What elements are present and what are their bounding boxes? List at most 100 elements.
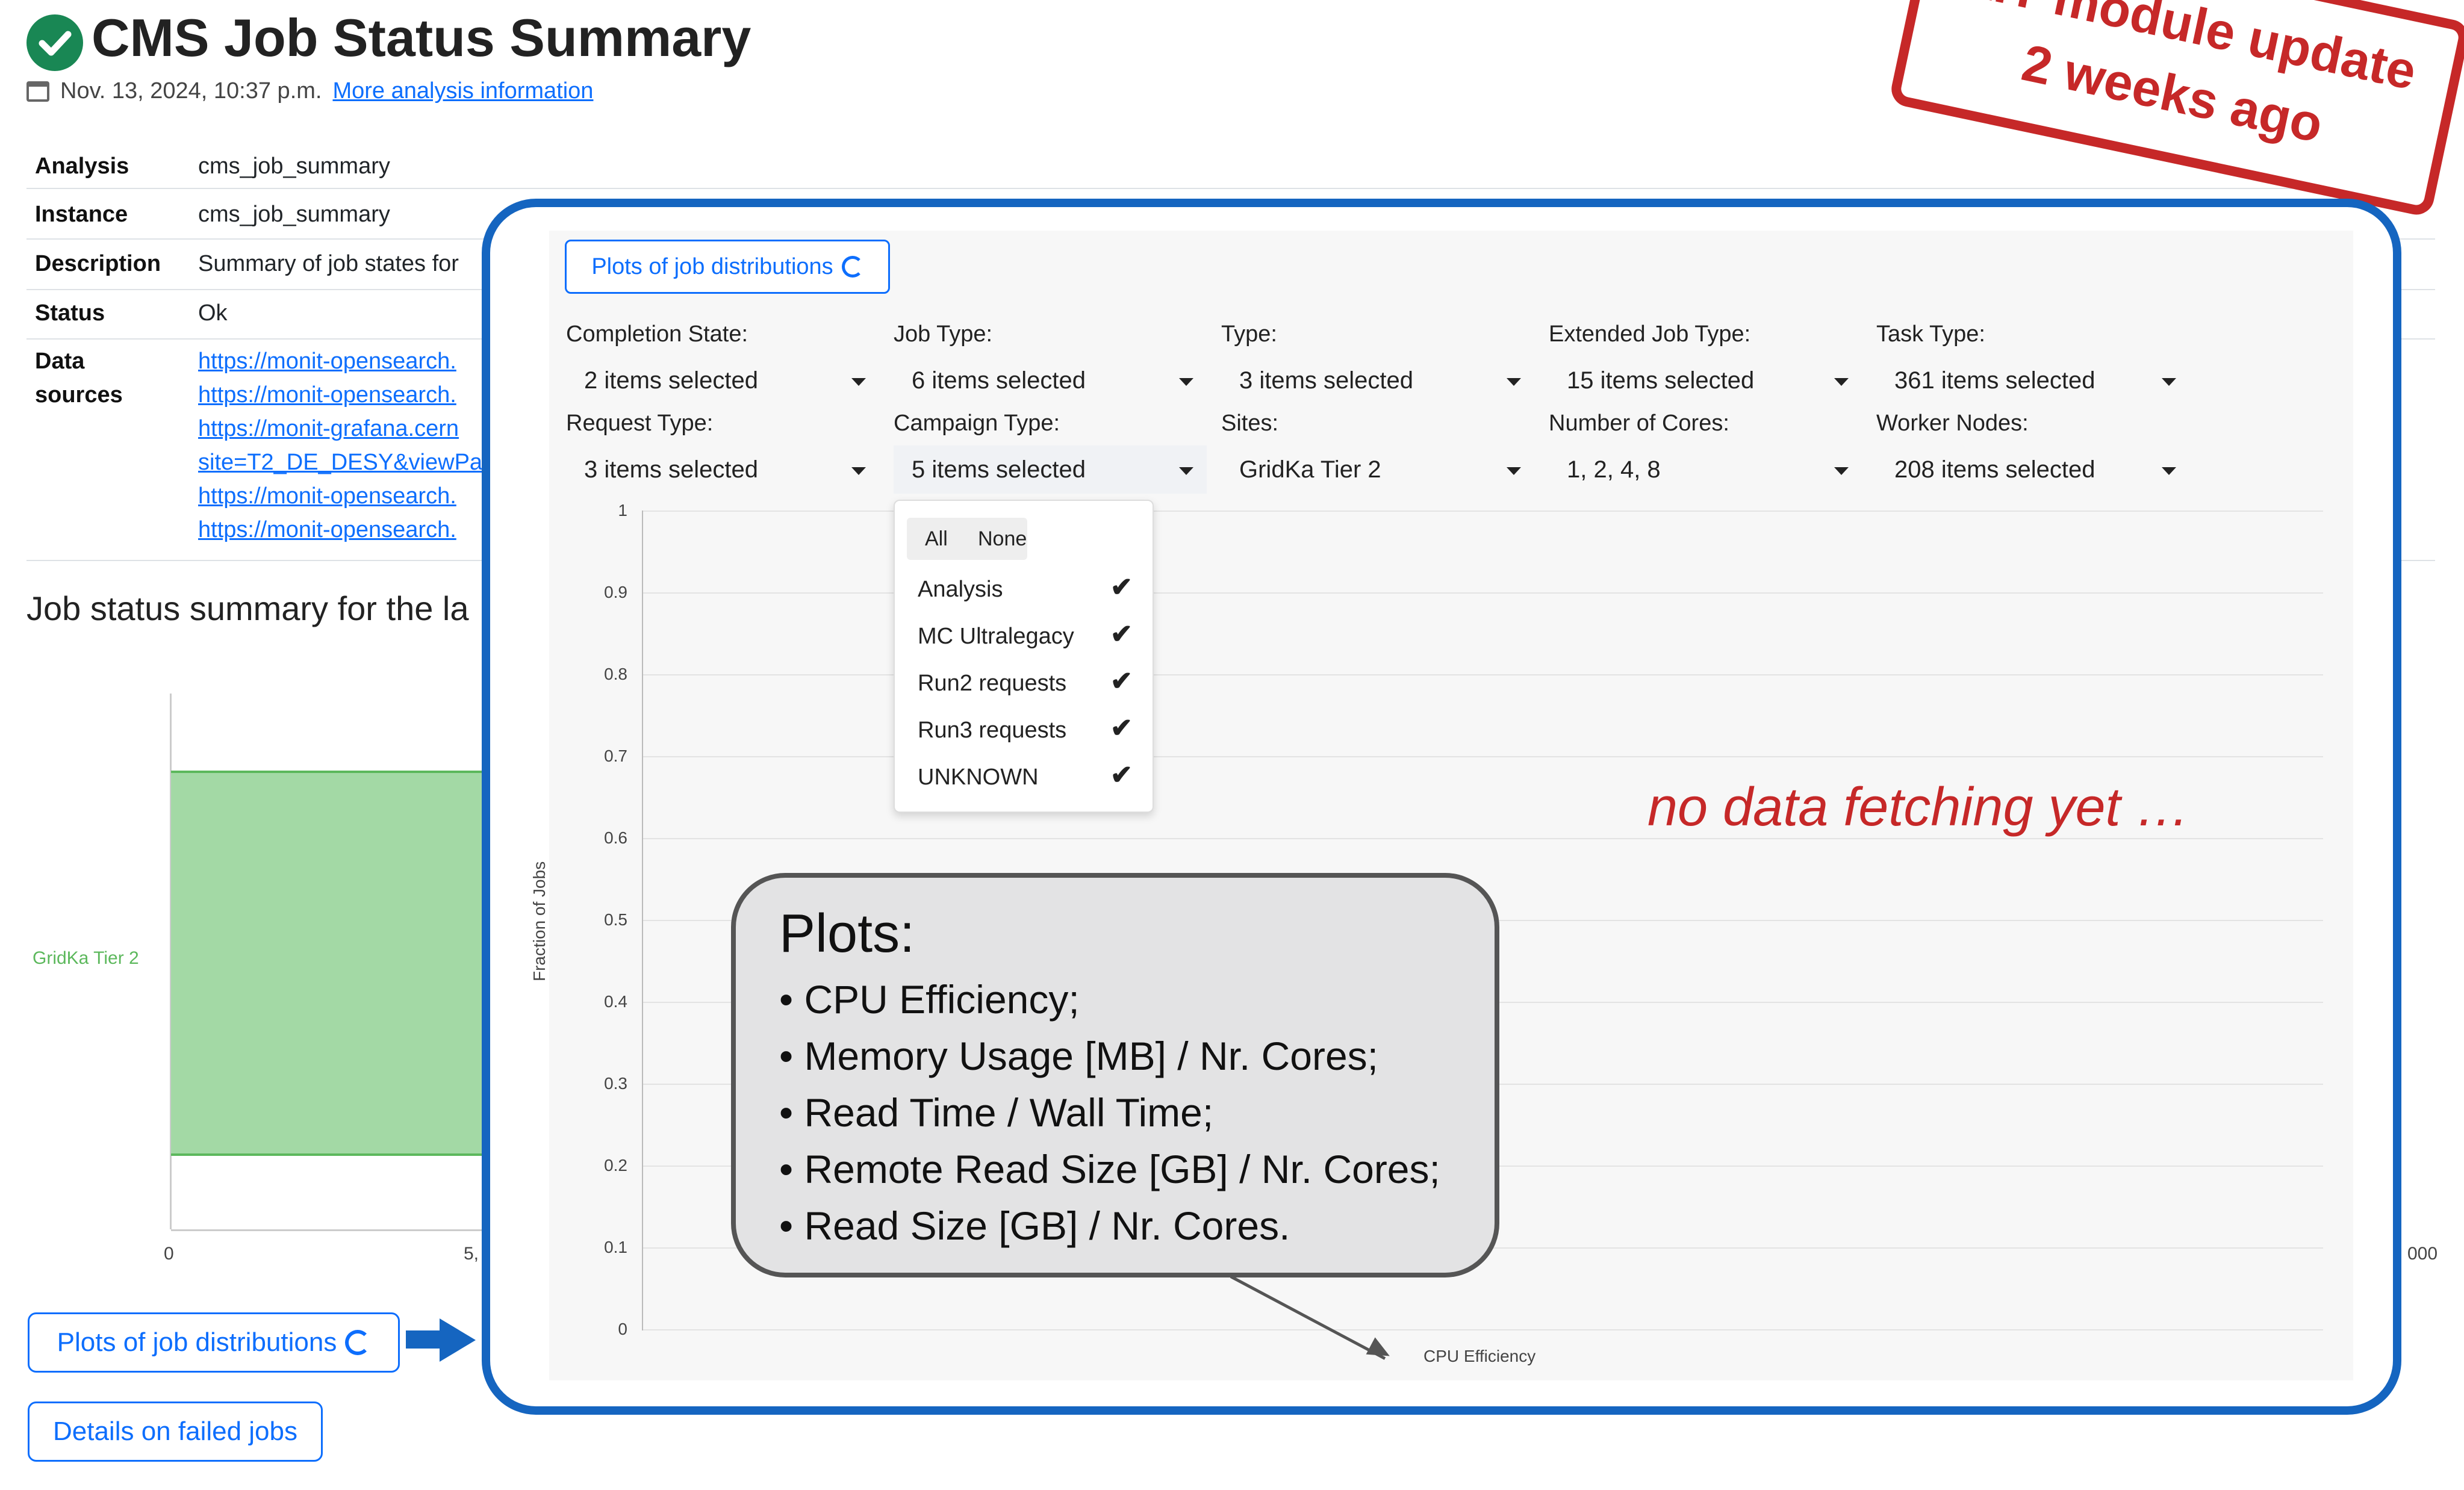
failed-jobs-button[interactable]: Details on failed jobs <box>28 1402 323 1462</box>
y-tick-label: 0.5 <box>604 910 627 929</box>
filter-label-job-type: Job Type: <box>894 321 993 347</box>
y-tick-label: 0.3 <box>604 1074 627 1093</box>
y-tick-label: 0.2 <box>604 1156 627 1175</box>
bg-chart-x-tick: 5, <box>464 1244 479 1264</box>
y-tick-label: 0.4 <box>604 992 627 1011</box>
callout-item: • Memory Usage [MB] / Nr. Cores; <box>779 1034 1379 1078</box>
filter-value: 361 items selected <box>1894 367 2095 394</box>
filter-select-completion-state[interactable]: 2 items selected <box>566 356 879 405</box>
bg-chart-category-label: GridKa Tier 2 <box>33 948 139 968</box>
callout-item: • Read Time / Wall Time; <box>779 1090 1214 1135</box>
filter-label-completion-state: Completion State: <box>566 321 748 347</box>
filter-value: 15 items selected <box>1567 367 1755 394</box>
date-row: Nov. 13, 2024, 10:37 p.m. More analysis … <box>26 78 593 104</box>
caret-down-icon <box>2162 378 2176 386</box>
filter-label-campaign-type: Campaign Type: <box>894 411 1060 436</box>
bg-chart-bar <box>171 771 508 1156</box>
caret-down-icon <box>1507 467 1521 475</box>
filter-value: 3 items selected <box>1239 367 1414 394</box>
caret-down-icon <box>1834 467 1849 475</box>
y-tick-label: 1 <box>618 501 627 520</box>
arrow-head-icon <box>440 1318 476 1362</box>
filter-select-request-type[interactable]: 3 items selected <box>566 445 879 494</box>
dropdown-option-run2-requests[interactable]: Run2 requests <box>918 671 1066 697</box>
y-tick-label: 0.7 <box>604 747 627 765</box>
filter-label-number-of-cores: Number of Cores: <box>1549 411 1729 436</box>
chart-y-label: Fraction of Jobs <box>530 861 549 981</box>
filter-value: 2 items selected <box>584 367 759 394</box>
data-source-link[interactable]: site=T2_DE_DESY&viewPa <box>198 445 482 479</box>
filter-value: 208 items selected <box>1894 456 2095 483</box>
data-source-link[interactable]: https://monit-grafana.cern <box>198 412 459 445</box>
filter-select-campaign-type[interactable]: 5 items selected <box>894 445 1207 494</box>
dropdown-option-analysis[interactable]: Analysis <box>918 577 1003 603</box>
data-source-link[interactable]: https://monit-opensearch. <box>198 344 456 378</box>
status-value: Ok <box>198 300 228 326</box>
check-icon: ✔ <box>1110 760 1133 790</box>
y-tick-label: 0.8 <box>604 665 627 683</box>
arrow-right-icon <box>406 1330 442 1349</box>
bg-chart-x-tick: 000 <box>2407 1244 2438 1264</box>
summary-heading: Job status summary for the la <box>26 589 469 627</box>
select-all-button[interactable]: All <box>925 527 948 551</box>
caret-down-icon <box>1179 378 1193 386</box>
caret-down-icon <box>851 378 866 386</box>
check-icon: ✔ <box>1110 666 1133 696</box>
instance-key: Instance <box>35 202 128 227</box>
data-key-1: Data <box>35 349 85 374</box>
caret-down-icon <box>1834 378 1849 386</box>
filter-select-job-type[interactable]: 6 items selected <box>894 356 1207 405</box>
no-data-annotation: no data fetching yet … <box>1647 777 2190 837</box>
page-title: CMS Job Status Summary <box>92 8 751 67</box>
description-value: Summary of job states for <box>198 251 459 276</box>
loading-spinner-icon <box>841 256 863 278</box>
filter-label-request-type: Request Type: <box>566 411 714 436</box>
filter-label-extended-job-type: Extended Job Type: <box>1549 321 1751 347</box>
status-ok-icon <box>26 14 83 71</box>
filter-label-type: Type: <box>1221 321 1277 347</box>
check-icon: ✔ <box>1110 619 1133 649</box>
popup-plots-button-label: Plots of job distributions <box>591 253 833 279</box>
dropdown-option-mc-ultralegacy[interactable]: MC Ultralegacy <box>918 624 1074 650</box>
caret-down-icon <box>1179 467 1193 475</box>
data-key-2: sources <box>35 382 123 408</box>
filter-value: 1, 2, 4, 8 <box>1567 456 1661 483</box>
check-icon: ✔ <box>1110 713 1133 743</box>
filter-label-sites: Sites: <box>1221 411 1279 436</box>
filter-value: 3 items selected <box>584 456 759 483</box>
dropdown-option-run3-requests[interactable]: Run3 requests <box>918 718 1066 743</box>
caret-down-icon <box>1507 378 1521 386</box>
data-source-link[interactable]: https://monit-opensearch. <box>198 378 456 412</box>
calendar-icon <box>26 81 49 102</box>
popup-plots-button[interactable]: Plots of job distributions <box>565 240 890 294</box>
filter-select-extended-job-type[interactable]: 15 items selected <box>1549 356 1862 405</box>
y-tick-label: 0.6 <box>604 828 627 847</box>
data-source-link[interactable]: https://monit-opensearch. <box>198 513 456 547</box>
filter-label-task-type: Task Type: <box>1876 321 1985 347</box>
callout-item: • Read Size [GB] / Nr. Cores. <box>779 1203 1290 1248</box>
description-key: Description <box>35 251 161 276</box>
loading-spinner-icon <box>345 1330 371 1355</box>
filter-value: 6 items selected <box>912 367 1086 394</box>
select-none-button[interactable]: None <box>978 527 1027 551</box>
filter-value: 5 items selected <box>912 456 1086 483</box>
callout-item: • Remote Read Size [GB] / Nr. Cores; <box>779 1147 1440 1191</box>
bg-chart-x-tick: 0 <box>164 1244 174 1264</box>
more-analysis-link[interactable]: More analysis information <box>332 78 593 104</box>
filter-select-sites[interactable]: GridKa Tier 2 <box>1221 445 1534 494</box>
caret-down-icon <box>851 467 866 475</box>
filter-select-task-type[interactable]: 361 items selected <box>1876 356 2189 405</box>
check-icon: ✔ <box>1110 573 1133 602</box>
plots-distributions-button[interactable]: Plots of job distributions <box>28 1312 400 1373</box>
y-tick-label: 0 <box>618 1320 627 1338</box>
caret-down-icon <box>2162 467 2176 475</box>
analysis-value: cms_job_summary <box>198 154 390 179</box>
data-source-link[interactable]: https://monit-opensearch. <box>198 479 456 513</box>
filter-select-number-of-cores[interactable]: 1, 2, 4, 8 <box>1549 445 1862 494</box>
filter-select-worker-nodes[interactable]: 208 items selected <box>1876 445 2189 494</box>
plots-button-label: Plots of job distributions <box>57 1327 337 1357</box>
analysis-date: Nov. 13, 2024, 10:37 p.m. <box>60 78 322 104</box>
callout-item: • CPU Efficiency; <box>779 977 1080 1022</box>
dropdown-option-unknown[interactable]: UNKNOWN <box>918 765 1039 790</box>
filter-select-type[interactable]: 3 items selected <box>1221 356 1534 405</box>
